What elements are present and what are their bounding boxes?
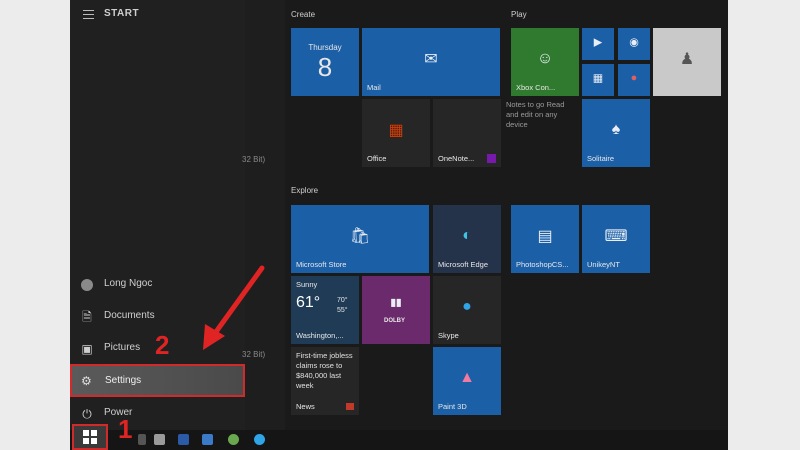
red-arrow (203, 265, 265, 350)
